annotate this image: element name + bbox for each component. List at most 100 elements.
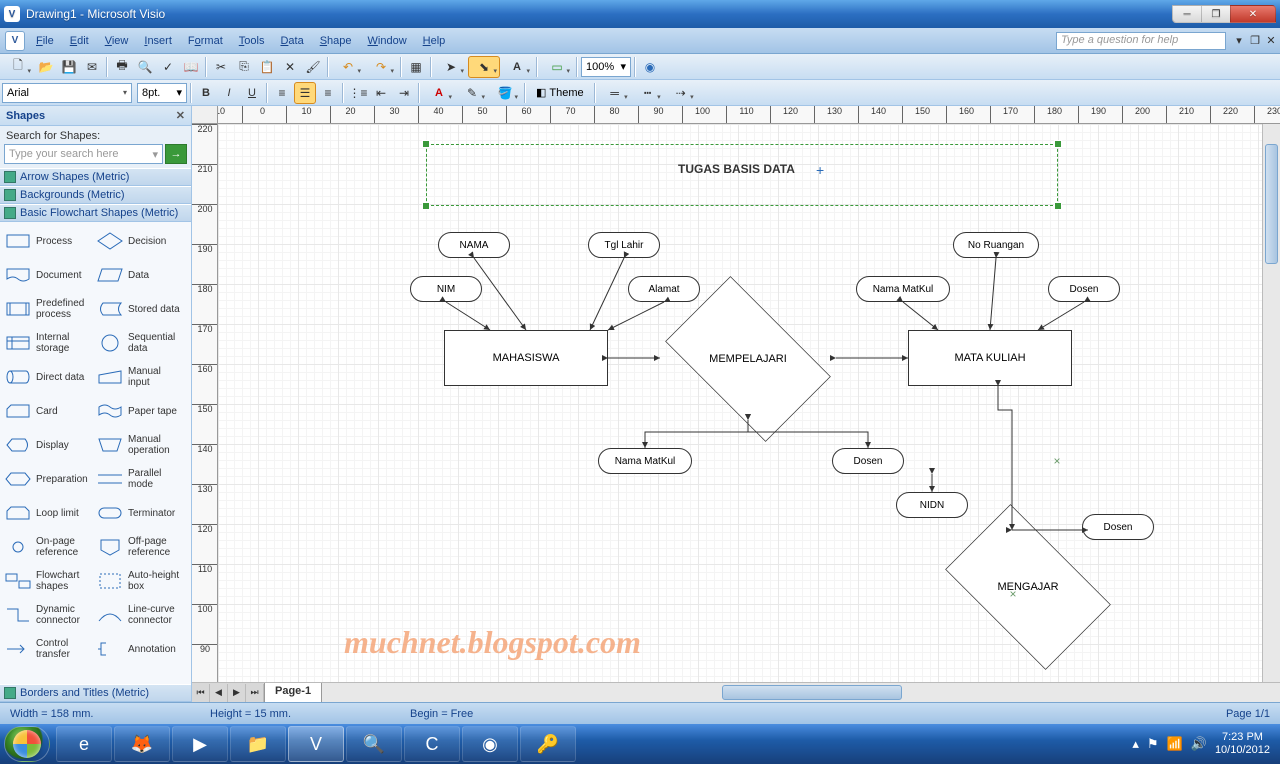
tray-volume-icon[interactable]: 🔊 [1191, 736, 1207, 752]
selection-handle[interactable] [422, 202, 430, 210]
font-color-button[interactable]: A [423, 82, 455, 104]
bullets-button[interactable]: ⋮≡ [347, 82, 369, 104]
shape-fcs[interactable]: Flowchart shapes [2, 564, 94, 598]
mdi-minimize-button[interactable]: ▾ [1232, 34, 1246, 48]
shape-search-input[interactable]: Type your search here▾ [4, 144, 163, 164]
attr-dosen-1[interactable]: Dosen [1048, 276, 1120, 302]
menu-format[interactable]: Format [180, 31, 231, 51]
shape-ofr[interactable]: Off-page reference [94, 530, 186, 564]
new-button[interactable]: 🗋 [2, 56, 34, 78]
pointer-tool-button[interactable]: ➤ [435, 56, 467, 78]
shape-opr[interactable]: On-page reference [2, 530, 94, 564]
open-button[interactable]: 📂 [35, 56, 57, 78]
align-center-button[interactable]: ☰ [294, 82, 316, 104]
font-size-combo[interactable]: 8pt.▾ [137, 83, 187, 103]
underline-button[interactable]: U [241, 82, 263, 104]
taskbar-ie[interactable]: e [56, 726, 112, 762]
cut-button[interactable]: ✂ [210, 56, 232, 78]
spelling-button[interactable]: ✓ [157, 56, 179, 78]
menu-edit[interactable]: Edit [62, 31, 97, 51]
attr-no-ruangan[interactable]: No Ruangan [953, 232, 1039, 258]
shape-stor[interactable]: Stored data [94, 292, 186, 326]
horizontal-scrollbar[interactable] [322, 683, 1280, 702]
rotation-handle[interactable]: + [816, 162, 824, 178]
shape-ahb[interactable]: Auto-height box [94, 564, 186, 598]
fill-color-button[interactable]: 🪣 [489, 82, 521, 104]
tray-arrow-icon[interactable]: ▴ [1132, 736, 1139, 752]
shape-par[interactable]: Parallel mode [94, 462, 186, 496]
search-go-button[interactable]: → [165, 144, 187, 164]
taskbar-ccleaner[interactable]: C [404, 726, 460, 762]
taskbar-media[interactable]: ▶ [172, 726, 228, 762]
attr-nidn[interactable]: NIDN [896, 492, 968, 518]
shape-card[interactable]: Card [2, 394, 94, 428]
connector-tool-button[interactable]: ⬊ [468, 56, 500, 78]
selection-handle[interactable] [422, 140, 430, 148]
shape-term[interactable]: Terminator [94, 496, 186, 530]
align-right-button[interactable]: ≡ [317, 82, 339, 104]
menu-window[interactable]: Window [360, 31, 415, 51]
line-color-button[interactable]: ✎ [456, 82, 488, 104]
shape-circ[interactable]: Sequential data [94, 326, 186, 360]
menu-tools[interactable]: Tools [231, 31, 273, 51]
menu-shape[interactable]: Shape [312, 31, 360, 51]
line-pattern-button[interactable]: ┅ [632, 82, 664, 104]
taskbar-explorer[interactable]: 📁 [230, 726, 286, 762]
close-button[interactable]: ✕ [1230, 5, 1276, 23]
selection-handle[interactable] [1054, 202, 1062, 210]
shape-mop[interactable]: Manual operation [94, 428, 186, 462]
clock[interactable]: 7:23 PM 10/10/2012 [1215, 731, 1270, 757]
print-button[interactable]: 🖶 [111, 56, 133, 78]
attr-nama-matkul-1[interactable]: Nama MatKul [856, 276, 950, 302]
shape-prect[interactable]: Predefined process [2, 292, 94, 326]
italic-button[interactable]: I [218, 82, 240, 104]
format-painter-button[interactable]: 🖌 [302, 56, 324, 78]
redo-button[interactable]: ↷ [365, 56, 397, 78]
tray-flag-icon[interactable]: ⚑ [1147, 736, 1159, 752]
start-button[interactable] [4, 726, 50, 762]
taskbar-firefox[interactable]: 🦊 [114, 726, 170, 762]
entity-mata-kuliah[interactable]: MATA KULIAH [908, 330, 1072, 386]
shape-doc[interactable]: Document [2, 258, 94, 292]
shape-para[interactable]: Data [94, 258, 186, 292]
font-combo[interactable]: Arial▾ [2, 83, 132, 103]
shape-rect[interactable]: Process [2, 224, 94, 258]
shape-tape[interactable]: Paper tape [94, 394, 186, 428]
relationship-mempelajari[interactable]: MEMPELAJARI [648, 294, 848, 424]
taskbar-picture[interactable]: 🔍 [346, 726, 402, 762]
shape-hex[interactable]: Preparation [2, 462, 94, 496]
email-button[interactable]: ✉ [81, 56, 103, 78]
attr-tgl[interactable]: Tgl Lahir [588, 232, 660, 258]
tab-prev-button[interactable]: ◀ [210, 684, 228, 702]
entity-mahasiswa[interactable]: MAHASISWA [444, 330, 608, 386]
vertical-scrollbar[interactable] [1262, 124, 1280, 682]
undo-button[interactable]: ↶ [332, 56, 364, 78]
stencil-borders-titles[interactable]: Borders and Titles (Metric) [0, 684, 191, 702]
menu-data[interactable]: Data [272, 31, 311, 51]
shape-loop[interactable]: Loop limit [2, 496, 94, 530]
zoom-combo[interactable]: 100%▾ [581, 57, 631, 77]
delete-button[interactable]: ✕ [279, 56, 301, 78]
relationship-mengajar[interactable]: MENGAJAR [928, 522, 1128, 652]
help-button[interactable]: ◉ [639, 56, 661, 78]
page-tab[interactable]: Page-1 [264, 683, 322, 702]
stencil-basic-flowchart[interactable]: Basic Flowchart Shapes (Metric) [0, 204, 191, 222]
theme-button[interactable]: ◧ Theme [529, 82, 591, 104]
print-preview-button[interactable]: 🔍 [134, 56, 156, 78]
stencil-backgrounds[interactable]: Backgrounds (Metric) [0, 186, 191, 204]
drawing-tools-button[interactable]: ▭ [541, 56, 573, 78]
tab-first-button[interactable]: ⏮ [192, 684, 210, 702]
shapes-window-button[interactable]: ▦ [405, 56, 427, 78]
attr-nama[interactable]: NAMA [438, 232, 510, 258]
align-left-button[interactable]: ≡ [271, 82, 293, 104]
minimize-button[interactable]: ─ [1172, 5, 1202, 23]
taskbar-access[interactable]: 🔑 [520, 726, 576, 762]
menu-file[interactable]: File [28, 31, 62, 51]
tab-next-button[interactable]: ▶ [228, 684, 246, 702]
maximize-button[interactable]: ❐ [1201, 5, 1231, 23]
shape-lcc[interactable]: Line-curve connector [94, 598, 186, 632]
increase-indent-button[interactable]: ⇥ [393, 82, 415, 104]
line-weight-button[interactable]: ═ [599, 82, 631, 104]
paste-button[interactable]: 📋 [256, 56, 278, 78]
mdi-restore-button[interactable]: ❐ [1248, 34, 1262, 48]
